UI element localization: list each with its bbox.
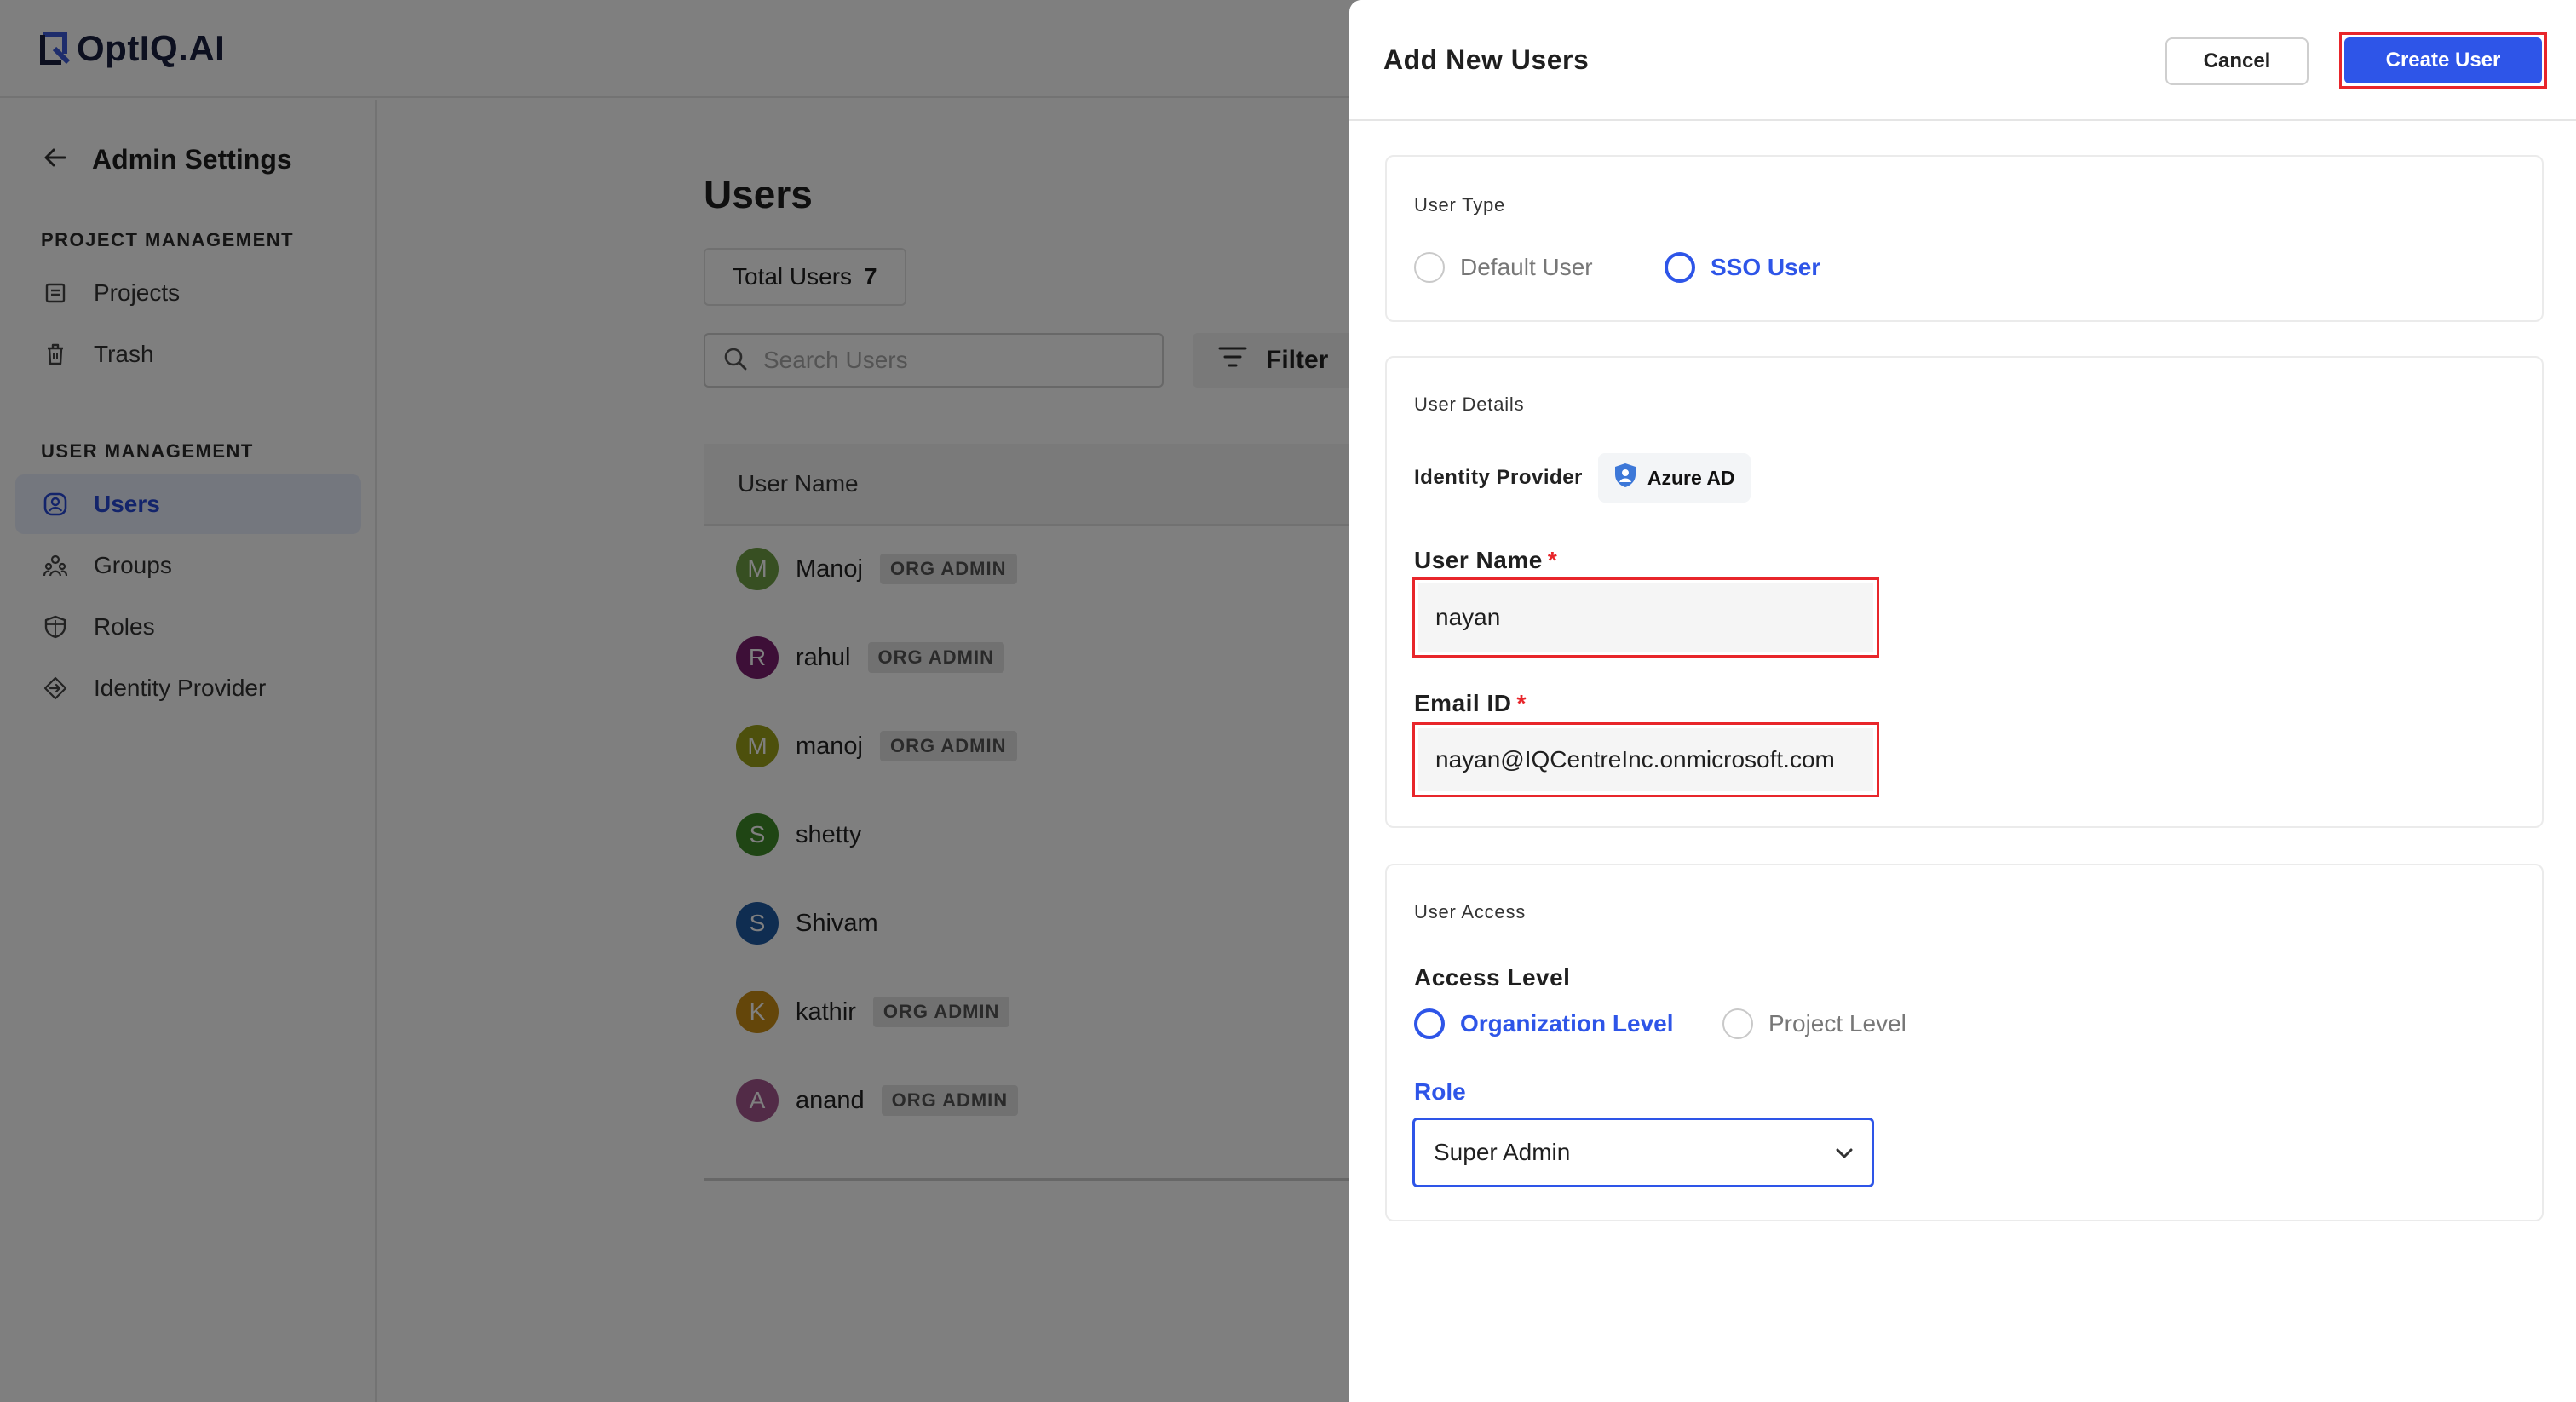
radio-default-user[interactable]: Default User	[1414, 252, 1593, 283]
access-level-label: Access Level	[1414, 964, 1571, 991]
identity-provider-label: Identity Provider	[1414, 466, 1583, 489]
cancel-button[interactable]: Cancel	[2165, 37, 2309, 85]
radio-button[interactable]	[1414, 1008, 1445, 1039]
identity-provider-chip: Azure AD	[1597, 453, 1751, 503]
role-label: Role	[1414, 1078, 1466, 1105]
user-details-label: User Details	[1414, 394, 1525, 415]
radio-button[interactable]	[1722, 1008, 1753, 1039]
user-name-label-text: User Name	[1414, 547, 1543, 573]
radio-label: Default User	[1460, 254, 1593, 280]
radio-project-level[interactable]: Project Level	[1722, 1008, 1906, 1039]
drawer-title: Add New Users	[1383, 44, 1590, 75]
azure-shield-icon	[1613, 462, 1637, 494]
user-type-label: User Type	[1414, 194, 1506, 215]
email-label-text: Email ID	[1414, 690, 1512, 716]
chevron-down-icon[interactable]	[1834, 1139, 1854, 1166]
user-name-input[interactable]	[1418, 583, 1873, 652]
role-select-value: Super Admin	[1434, 1139, 1571, 1165]
email-label: Email ID *	[1414, 690, 1527, 717]
email-highlight	[1412, 722, 1879, 797]
user-name-label: User Name *	[1414, 547, 1557, 574]
radio-label: SSO User	[1711, 254, 1821, 280]
identity-provider-value: Azure AD	[1647, 466, 1735, 489]
user-name-highlight	[1412, 577, 1879, 658]
radio-label: Project Level	[1768, 1010, 1906, 1037]
radio-sso-user[interactable]: SSO User	[1665, 252, 1820, 283]
user-type-card: User Type Default User SSO User	[1385, 155, 2544, 322]
role-select[interactable]: Super Admin	[1412, 1118, 1874, 1187]
radio-button[interactable]	[1414, 252, 1445, 283]
radio-button[interactable]	[1665, 252, 1695, 283]
radio-label: Organization Level	[1460, 1010, 1674, 1037]
user-details-card: User Details Identity Provider Azure AD …	[1385, 356, 2544, 828]
required-mark: *	[1516, 690, 1527, 716]
radio-organization-level[interactable]: Organization Level	[1414, 1008, 1674, 1039]
drawer-header: Add New Users Cancel Create User	[1349, 0, 2576, 121]
email-input[interactable]	[1418, 728, 1873, 791]
user-access-label: User Access	[1414, 901, 1527, 922]
user-access-card: User Access Access Level Organization Le…	[1385, 864, 2544, 1221]
required-mark: *	[1547, 547, 1558, 573]
add-users-drawer: Add New Users Cancel Create User User Ty…	[1349, 0, 2576, 1402]
identity-provider-row: Identity Provider Azure AD	[1414, 453, 1751, 503]
create-user-button[interactable]: Create User	[2344, 37, 2542, 83]
